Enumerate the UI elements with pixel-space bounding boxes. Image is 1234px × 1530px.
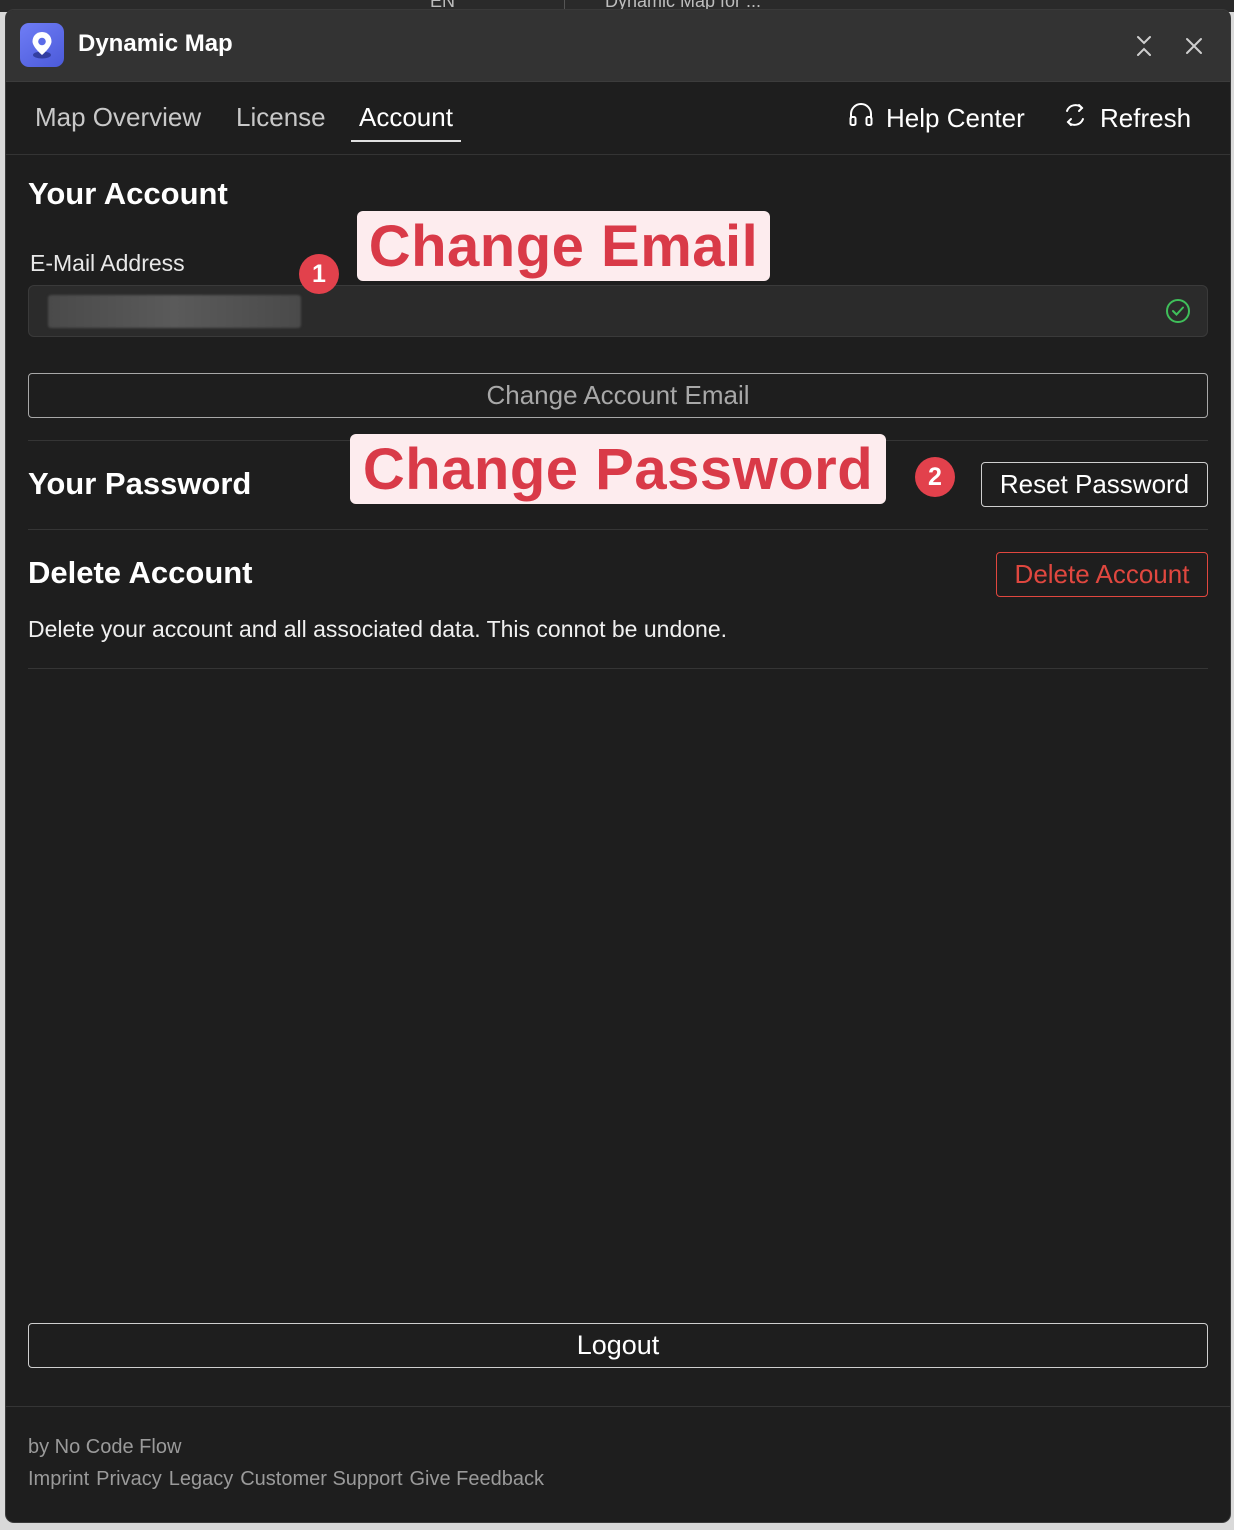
title-bar: Dynamic Map [6,10,1230,82]
headset-icon [848,102,874,135]
refresh-label: Refresh [1100,103,1192,133]
footer: by No Code Flow Imprint Privacy Legacy C… [6,1406,1230,1522]
delete-account-description: Delete your account and all associated d… [28,616,727,642]
footer-credit: by No Code Flow [28,1436,182,1458]
footer-link-privacy[interactable]: Privacy [96,1468,162,1491]
delete-account-heading: Delete Account [28,555,253,590]
change-password-callout: Change Password [350,434,886,504]
footer-link-customer-support[interactable]: Customer Support [240,1468,402,1491]
section-divider [28,668,1208,669]
window-title: Dynamic Map [78,30,233,57]
dynamic-map-dialog: Dynamic Map Map Overview License Account [6,10,1230,1522]
map-pin-icon [20,23,64,67]
check-circle-icon [1165,298,1191,329]
tab-bar: Map Overview License Account Help Center [6,82,1230,155]
section-divider [28,529,1208,530]
step-marker-2: 2 [915,457,955,497]
reset-password-button[interactable]: Reset Password [981,462,1208,507]
footer-link-give-feedback[interactable]: Give Feedback [410,1468,545,1491]
logout-button[interactable]: Logout [28,1323,1208,1368]
help-center-label: Help Center [886,103,1025,133]
refresh-button[interactable]: Refresh [1062,102,1191,135]
email-value-redacted [48,295,301,328]
tab-map-overview[interactable]: Map Overview [35,102,201,152]
email-field[interactable] [28,285,1208,337]
your-account-heading: Your Account [28,176,228,211]
help-center-button[interactable]: Help Center [848,102,1025,135]
change-account-email-button[interactable]: Change Account Email [28,373,1208,418]
footer-link-legacy[interactable]: Legacy [169,1468,234,1491]
footer-links: Imprint Privacy Legacy Customer Support … [28,1468,544,1491]
collapse-icon[interactable] [1130,32,1158,60]
step-marker-1: 1 [299,254,339,294]
footer-link-imprint[interactable]: Imprint [28,1468,89,1491]
email-label: E-Mail Address [30,250,185,276]
tab-license[interactable]: License [236,102,326,152]
tab-account[interactable]: Account [351,102,461,142]
delete-account-button[interactable]: Delete Account [996,552,1208,597]
refresh-icon [1062,102,1088,135]
change-email-callout: Change Email [357,211,770,281]
close-icon[interactable] [1180,32,1208,60]
your-password-heading: Your Password [28,466,252,501]
